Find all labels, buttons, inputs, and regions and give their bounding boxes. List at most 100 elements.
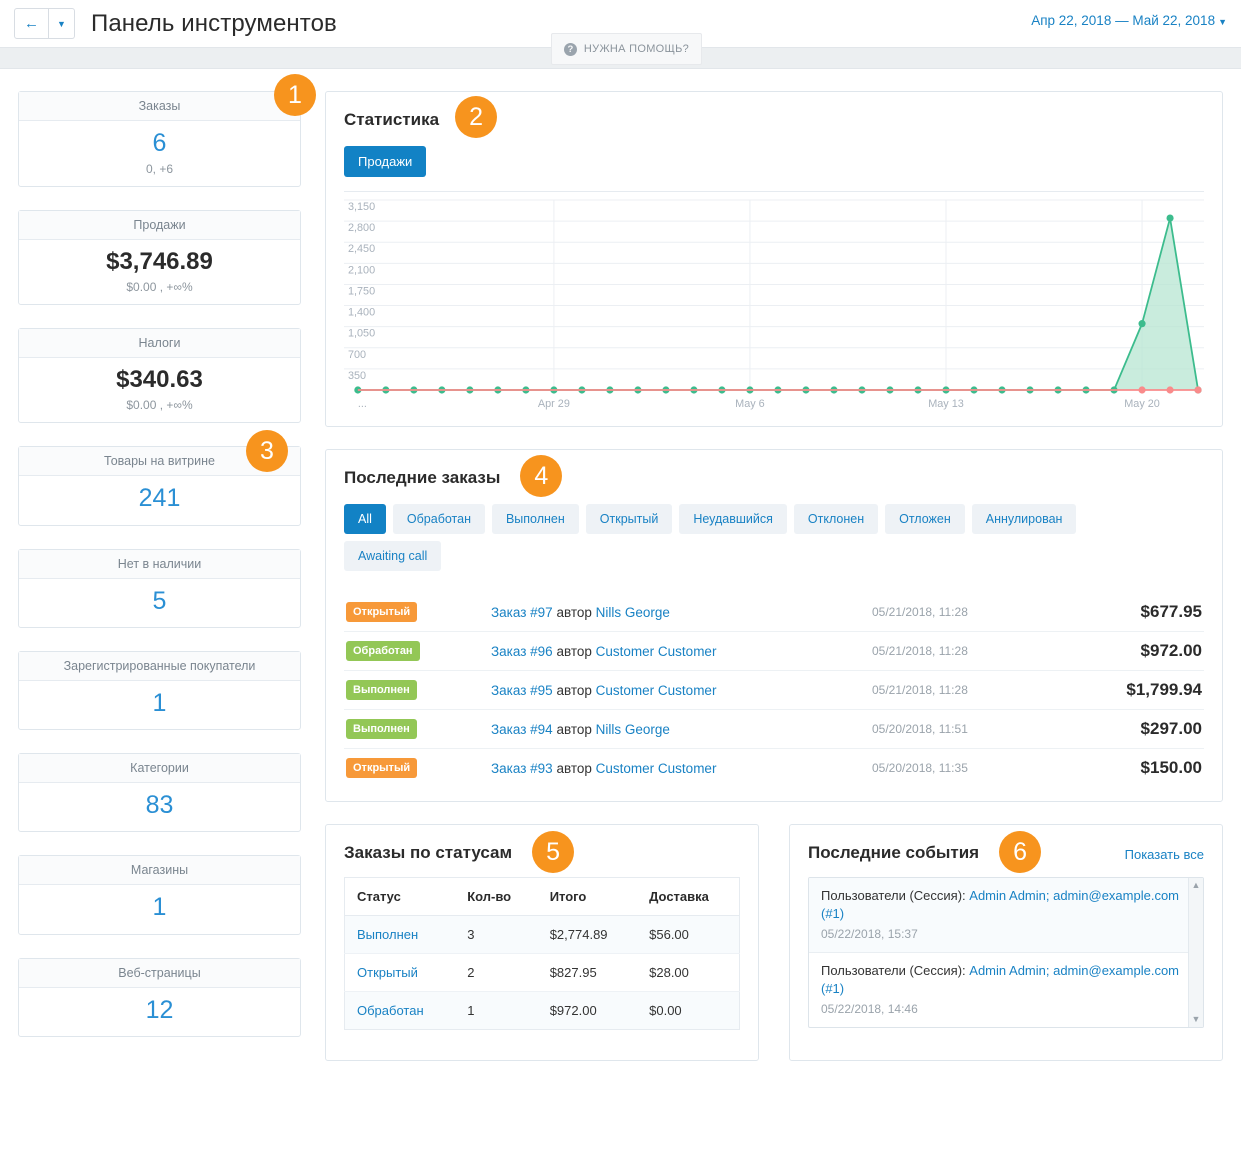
stats-column: 1 Заказы 6 0, +6 Продажи $3,746.89 $0.00… [18, 91, 301, 1061]
main-column: Статистика 2 Продажи 3507001,0501,4001,7… [325, 91, 1223, 1061]
y-tick-label: 2,450 [348, 243, 375, 255]
order-date: 05/20/2018, 11:35 [872, 761, 1072, 775]
data-point [1138, 386, 1145, 393]
order-link[interactable]: Заказ #93 [491, 761, 553, 776]
order-link[interactable]: Заказ #95 [491, 683, 553, 698]
question-circle-icon: ? [564, 43, 577, 56]
x-tick-label: May 20 [1124, 398, 1160, 410]
x-tick-label: May 6 [735, 398, 765, 410]
order-amount: $297.00 [1072, 719, 1202, 739]
order-filter-2[interactable]: Выполнен [492, 504, 579, 534]
stat-value: 1 [25, 892, 294, 923]
stat-card-out-of-stock: Нет в наличии 5 [18, 549, 301, 628]
status-link[interactable]: Обработан [357, 1003, 424, 1018]
order-row[interactable]: ОткрытыйЗаказ #97 автор Nills George05/2… [344, 593, 1204, 631]
recent-events-title: Последние события [808, 843, 979, 862]
column-header-3: Доставка [637, 878, 739, 916]
column-header-1: Кол-во [455, 878, 538, 916]
y-tick-label: 2,100 [348, 264, 375, 276]
stat-value: $340.63 [25, 365, 294, 395]
order-status-cell: Обработан [346, 641, 491, 661]
customer-link[interactable]: Nills George [596, 605, 670, 620]
status-badge: Обработан [346, 641, 420, 661]
show-all-events-link[interactable]: Показать все [1125, 847, 1204, 862]
step-badge-5: 5 [532, 831, 574, 873]
back-button-group[interactable]: ← ▼ [14, 8, 75, 39]
order-filter-7[interactable]: Аннулирован [972, 504, 1077, 534]
stat-value: 12 [25, 995, 294, 1026]
order-amount: $150.00 [1072, 758, 1202, 778]
chart-separator [344, 191, 1204, 192]
order-filter-4[interactable]: Неудавшийся [679, 504, 787, 534]
table-row: Обработан1$972.00$0.00 [345, 992, 740, 1030]
shipping-cell: $0.00 [637, 992, 739, 1030]
order-filter-0[interactable]: All [344, 504, 386, 534]
data-point [1167, 386, 1174, 393]
order-row[interactable]: ВыполненЗаказ #95 автор Customer Custome… [344, 670, 1204, 709]
chevron-up-icon[interactable]: ▲ [1192, 881, 1201, 890]
stat-card-products-on-showcase: 3 Товары на витрине 241 [18, 446, 301, 525]
table-header-row: СтатусКол-воИтогоДоставка [345, 878, 740, 916]
chevron-down-icon[interactable]: ▼ [1192, 1015, 1201, 1024]
tab-sales-button[interactable]: Продажи [344, 146, 426, 177]
order-date: 05/21/2018, 11:28 [872, 605, 1072, 619]
need-help-label: НУЖНА ПОМОЩЬ? [584, 43, 689, 55]
stat-value: 6 [25, 128, 294, 159]
event-item[interactable]: Пользователи (Сессия): Admin Admin; admi… [809, 953, 1203, 1027]
customer-link[interactable]: Customer Customer [596, 683, 717, 698]
order-row[interactable]: ОткрытыйЗаказ #93 автор Customer Custome… [344, 748, 1204, 787]
stat-subtext: $0.00 , +∞% [25, 398, 294, 412]
order-filter-1[interactable]: Обработан [393, 504, 485, 534]
order-description: Заказ #96 автор Customer Customer [491, 644, 872, 659]
stat-value: 241 [25, 483, 294, 514]
stat-label: Магазины [19, 856, 300, 885]
chevron-down-icon[interactable]: ▼ [49, 8, 75, 39]
status-link[interactable]: Выполнен [357, 927, 418, 942]
events-scrollbar[interactable]: ▲ ▼ [1188, 878, 1203, 1027]
stat-card-web-pages: Веб-страницы 12 [18, 958, 301, 1037]
status-badge: Выполнен [346, 680, 417, 700]
chart-gridlines [344, 200, 1204, 390]
chevron-down-icon: ▼ [1218, 17, 1227, 27]
stat-card-taxes: Налоги $340.63 $0.00 , +∞% [18, 328, 301, 423]
date-range-picker[interactable]: Апр 22, 2018 — Май 22, 2018▼ [1031, 13, 1227, 28]
data-point [1167, 214, 1174, 221]
step-badge-2: 2 [455, 96, 497, 138]
order-filter-3[interactable]: Открытый [586, 504, 673, 534]
need-help-button[interactable]: ? НУЖНА ПОМОЩЬ? [551, 33, 702, 65]
total-cell: $972.00 [538, 992, 637, 1030]
order-by-label: автор [556, 644, 591, 659]
y-tick-label: 700 [348, 349, 366, 361]
customer-link[interactable]: Customer Customer [596, 644, 717, 659]
stat-label: Налоги [19, 329, 300, 358]
order-filter-tabs: AllОбработанВыполненОткрытыйНеудавшийсяО… [344, 504, 1144, 571]
customer-link[interactable]: Nills George [596, 722, 670, 737]
orders-by-status-panel: Заказы по статусам 5 СтатусКол-воИтогоДо… [325, 824, 759, 1061]
status-cell: Обработан [345, 992, 456, 1030]
count-cell: 2 [455, 954, 538, 992]
order-link[interactable]: Заказ #97 [491, 605, 553, 620]
series-line [358, 218, 1198, 390]
order-link[interactable]: Заказ #96 [491, 644, 553, 659]
statistics-panel: Статистика 2 Продажи 3507001,0501,4001,7… [325, 91, 1223, 427]
order-by-label: автор [556, 761, 591, 776]
series-area [358, 218, 1198, 390]
stat-label: Категории [19, 754, 300, 783]
customer-link[interactable]: Customer Customer [596, 761, 717, 776]
order-filter-6[interactable]: Отложен [885, 504, 965, 534]
status-link[interactable]: Открытый [357, 965, 418, 980]
order-row[interactable]: Обработан Заказ #96 автор Customer Custom… [344, 631, 1204, 670]
stat-label: Зарегистрированные покупатели [19, 652, 300, 681]
order-amount: $1,799.94 [1072, 680, 1202, 700]
table-body: Выполнен3$2,774.89$56.00Открытый2$827.95… [345, 916, 740, 1030]
order-filter-5[interactable]: Отклонен [794, 504, 878, 534]
order-row[interactable]: ВыполненЗаказ #94 автор Nills George05/2… [344, 709, 1204, 748]
arrow-left-icon[interactable]: ← [14, 8, 49, 39]
step-badge-3: 3 [246, 430, 288, 472]
stat-card-sales: Продажи $3,746.89 $0.00 , +∞% [18, 210, 301, 305]
event-item[interactable]: Пользователи (Сессия): Admin Admin; admi… [809, 878, 1203, 953]
stat-value: 1 [25, 688, 294, 719]
order-link[interactable]: Заказ #94 [491, 722, 553, 737]
y-tick-label: 350 [348, 370, 366, 382]
order-filter-8[interactable]: Awaiting call [344, 541, 441, 571]
